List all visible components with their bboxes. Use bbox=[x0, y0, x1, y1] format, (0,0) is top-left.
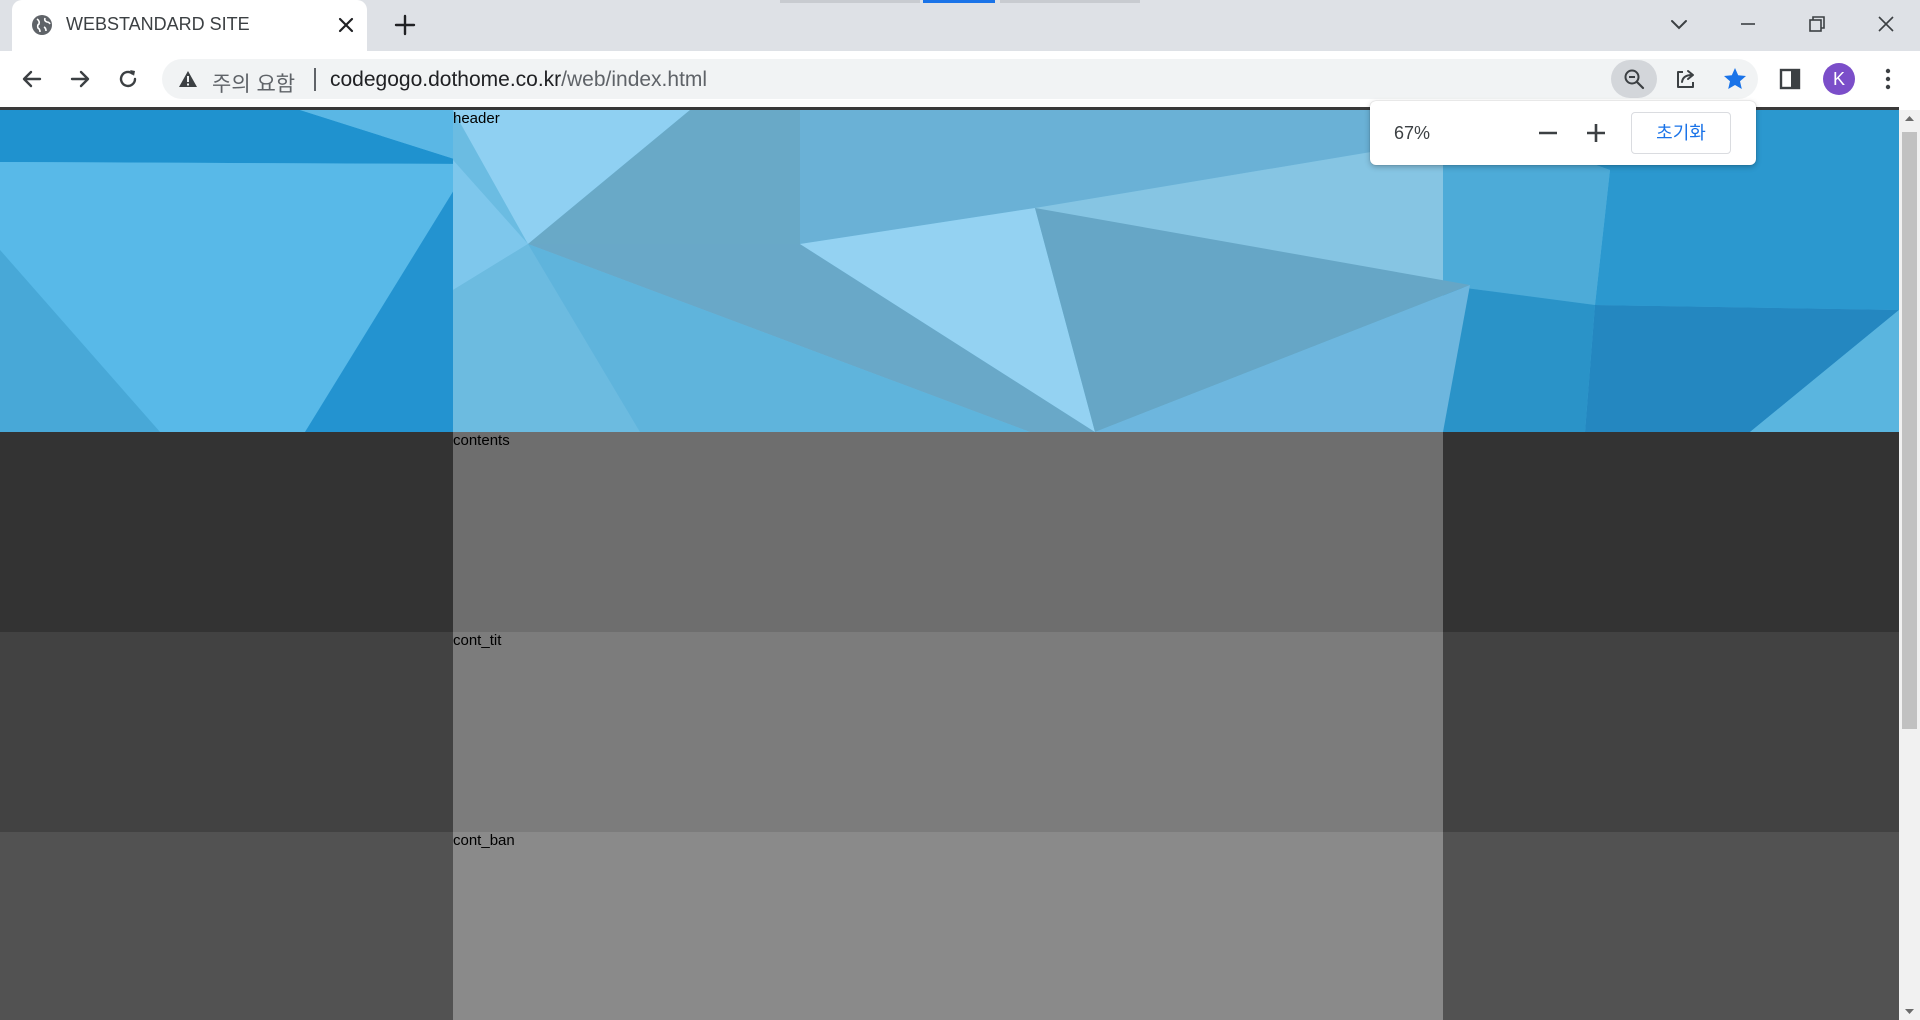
zoom-minus-icon[interactable] bbox=[1534, 119, 1562, 147]
zoom-popup: 67% 초기화 bbox=[1370, 101, 1756, 165]
scroll-down-arrow-icon[interactable] bbox=[1899, 1003, 1920, 1020]
restore-icon[interactable] bbox=[1804, 11, 1830, 37]
page-viewport: header contents cont_tit cont_ban bbox=[0, 110, 1899, 1020]
cont-ban-center: cont_ban bbox=[453, 832, 1443, 1020]
cont-tit-side-right bbox=[1443, 632, 1899, 832]
security-label[interactable]: 주의 요함 bbox=[212, 68, 295, 98]
cont-ban-label: cont_ban bbox=[453, 832, 515, 849]
header-label: header bbox=[453, 110, 500, 127]
cont-tit-section: cont_tit bbox=[0, 632, 1899, 832]
tab-title: WEBSTANDARD SITE bbox=[66, 14, 250, 34]
tab-strip: WEBSTANDARD SITE bbox=[0, 0, 1920, 51]
contents-side-right bbox=[1443, 432, 1899, 632]
side-panel-icon[interactable] bbox=[1776, 65, 1804, 93]
back-arrow-icon[interactable] bbox=[18, 65, 46, 93]
zoom-level: 67% bbox=[1394, 123, 1431, 143]
zoom-plus-icon[interactable] bbox=[1582, 119, 1610, 147]
omnibox-divider bbox=[314, 68, 316, 91]
tab-search-icon[interactable] bbox=[1666, 11, 1692, 37]
contents-label: contents bbox=[453, 432, 510, 449]
minimize-icon[interactable] bbox=[1735, 11, 1761, 37]
new-tab-icon[interactable] bbox=[392, 12, 418, 38]
cont-tit-side-left bbox=[0, 632, 453, 832]
address-bar[interactable]: 주의 요함 codegogo.dothome.co.kr/web/index.h… bbox=[162, 59, 1758, 99]
url-text[interactable]: codegogo.dothome.co.kr/web/index.html bbox=[330, 68, 707, 92]
reload-icon[interactable] bbox=[114, 65, 142, 93]
share-icon[interactable] bbox=[1673, 66, 1699, 92]
browser-tab[interactable]: WEBSTANDARD SITE bbox=[12, 0, 367, 51]
tab-indicator bbox=[1000, 0, 1140, 3]
close-icon[interactable] bbox=[334, 13, 358, 37]
zoom-out-icon bbox=[1624, 69, 1645, 90]
scroll-thumb[interactable] bbox=[1902, 132, 1917, 729]
scroll-up-arrow-icon[interactable] bbox=[1899, 110, 1920, 127]
cont-ban-side-right bbox=[1443, 832, 1899, 1020]
close-window-icon[interactable] bbox=[1873, 11, 1899, 37]
zoom-reset-button[interactable]: 초기화 bbox=[1631, 112, 1731, 154]
tab-indicator-active bbox=[923, 0, 995, 3]
contents-center: contents bbox=[453, 432, 1443, 632]
avatar[interactable]: K bbox=[1823, 63, 1855, 95]
browser-toolbar: 주의 요함 codegogo.dothome.co.kr/web/index.h… bbox=[0, 51, 1920, 107]
tab-indicator bbox=[780, 0, 920, 3]
url-host: codegogo.dothome.co.kr bbox=[330, 68, 562, 91]
contents-side-left bbox=[0, 432, 453, 632]
bookmark-star-icon[interactable] bbox=[1722, 66, 1748, 92]
cont-tit-label: cont_tit bbox=[453, 632, 502, 649]
contents-section: contents bbox=[0, 432, 1899, 632]
zoom-button[interactable] bbox=[1611, 60, 1657, 98]
cont-tit-center: cont_tit bbox=[453, 632, 1443, 832]
vertical-scrollbar[interactable] bbox=[1899, 110, 1920, 1020]
more-menu-icon[interactable] bbox=[1874, 65, 1902, 93]
cont-ban-side-left bbox=[0, 832, 453, 1020]
forward-arrow-icon[interactable] bbox=[66, 65, 94, 93]
cont-ban-section: cont_ban bbox=[0, 832, 1899, 1020]
globe-icon bbox=[32, 15, 52, 35]
url-path: /web/index.html bbox=[561, 68, 708, 91]
warning-icon[interactable] bbox=[178, 69, 198, 89]
